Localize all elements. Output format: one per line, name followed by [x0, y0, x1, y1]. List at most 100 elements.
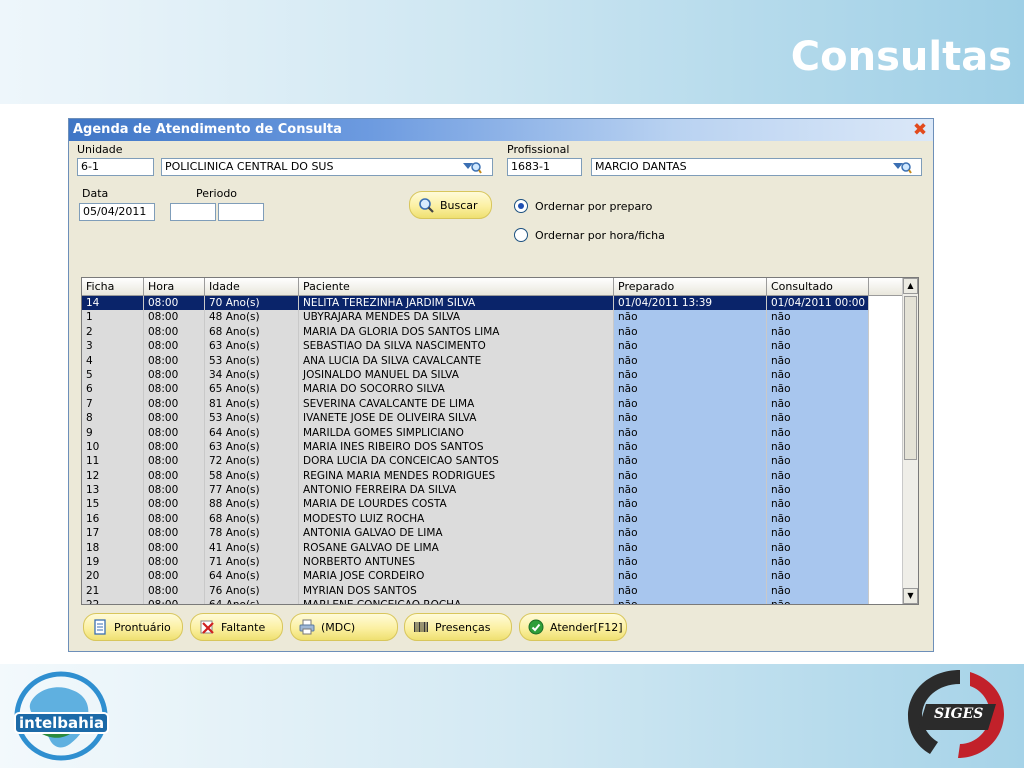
patients-grid: Ficha Hora Idade Paciente Preparado Cons… [81, 277, 919, 605]
cell-ficha: 5 [82, 367, 144, 383]
cell-consultado: não [767, 396, 869, 412]
buscar-button[interactable]: Buscar [409, 191, 492, 219]
cell-paciente: SEVERINA CAVALCANTE DE LIMA [299, 396, 614, 412]
col-header-preparado[interactable]: Preparado [614, 278, 767, 296]
table-row[interactable]: 2208:0064 Ano(s)MARLENE CONCEICAO ROCHAn… [82, 598, 904, 604]
cell-consultado: não [767, 339, 869, 354]
cell-consultado: não [767, 324, 869, 340]
cell-preparado: não [614, 367, 767, 383]
table-row[interactable]: 14 08:00 70 Ano(s) NELITA TEREZINHA JARDIM … [82, 296, 904, 311]
data-field[interactable]: 05/04/2011 [79, 203, 155, 221]
atender-label: Atender[F12] [550, 620, 623, 634]
profissional-code-field[interactable]: 1683-1 [507, 158, 582, 176]
cell-idade: 41 Ano(s) [205, 540, 299, 556]
cell-paciente: NORBERTO ANTUNES [299, 555, 614, 570]
document-icon [94, 619, 106, 635]
siges-logo-text: SIGES [934, 706, 984, 722]
table-row[interactable]: 21 08:00 76 Ano(s) MYRIAN DOS SANTOS não não [82, 583, 904, 599]
profissional-name-field[interactable]: MARCIO DANTAS [591, 158, 922, 176]
cell-blank [869, 454, 904, 469]
periodo-end-field[interactable] [218, 203, 264, 221]
table-row[interactable]: 19 08:00 71 Ano(s) NORBERTO ANTUNES não não [82, 555, 904, 570]
periodo-start-field[interactable] [170, 203, 216, 221]
cell-consultado: não [767, 497, 869, 512]
cell-idade: 71 Ano(s) [205, 555, 299, 570]
table-row[interactable]: 3 08:00 63 Ano(s) SEBASTIAO DA SILVA NASCIM… [82, 339, 904, 354]
table-row[interactable]: 13 08:00 77 Ano(s) ANTONIO FERREIRA DA SILV… [82, 483, 904, 498]
magnifier-icon [419, 198, 434, 213]
col-header-idade[interactable]: Idade [205, 278, 299, 296]
table-row[interactable]: 11 08:00 72 Ano(s) DORA LUCIA DA CONCEICAO … [82, 454, 904, 469]
radio-ordenar-preparo[interactable]: Ordernar por preparo [514, 199, 652, 213]
cell-blank [869, 425, 904, 440]
scroll-thumb[interactable] [904, 296, 917, 460]
cell-paciente: MARILDA GOMES SIMPLICIANO [299, 425, 614, 440]
prontuario-button[interactable]: Prontuário [83, 613, 183, 641]
radio-ordenar-hora[interactable]: Ordernar por hora/ficha [514, 228, 665, 242]
cell-ficha: 16 [82, 511, 144, 527]
cell-idade: 58 Ano(s) [205, 468, 299, 484]
cell-preparado: não [614, 339, 767, 354]
table-row[interactable]: 20 08:00 64 Ano(s) MARIA JOSE CORDEIRO não nã… [82, 569, 904, 584]
table-row[interactable]: 5 08:00 34 Ano(s) JOSINALDO MANUEL DA SILVA… [82, 367, 904, 383]
table-row[interactable]: 16 08:00 68 Ano(s) MODESTO LUIZ ROCHA não não [82, 511, 904, 527]
cell-consultado: não [767, 468, 869, 484]
table-row[interactable]: 2 08:00 68 Ano(s) MARIA DA GLORIA DOS SANTO… [82, 324, 904, 340]
cell-consultado: não [767, 569, 869, 584]
cell-ficha: 14 [82, 296, 144, 311]
scroll-up-icon[interactable]: ▲ [903, 278, 918, 294]
unidade-name-field[interactable]: POLICLINICA CENTRAL DO SUS [161, 158, 493, 176]
presencas-button[interactable]: Presenças [404, 613, 512, 641]
table-row[interactable]: 10 08:00 63 Ano(s) MARIA INES RIBEIRO DOS S… [82, 439, 904, 455]
cell-idade: 70 Ano(s) [205, 296, 299, 311]
cell-preparado: não [614, 468, 767, 484]
cell-paciente: MARIA DA GLORIA DOS SANTOS LIMA [299, 324, 614, 340]
cell-hora: 08:00 [144, 367, 205, 383]
mdc-button[interactable]: (MDC) [290, 613, 398, 641]
faltante-button[interactable]: Faltante [190, 613, 283, 641]
table-row[interactable]: 15 08:00 88 Ano(s) MARIA DE LOURDES COSTA nã… [82, 497, 904, 512]
col-header-ficha[interactable]: Ficha [82, 278, 144, 296]
cell-blank [869, 468, 904, 484]
cell-consultado: não [767, 555, 869, 570]
cell-ficha: 15 [82, 497, 144, 512]
profissional-lookup-icon[interactable] [892, 159, 912, 175]
cell-hora: 08:00 [144, 540, 205, 556]
cell-consultado: não [767, 439, 869, 455]
cell-preparado: não [614, 583, 767, 599]
cell-blank [869, 296, 904, 311]
table-row[interactable]: 8 08:00 53 Ano(s) IVANETE JOSE DE OLIVEIRA … [82, 411, 904, 426]
table-row[interactable]: 6 08:00 65 Ano(s) MARIA DO SOCORRO SILVA não… [82, 382, 904, 397]
table-row[interactable]: 18 08:00 41 Ano(s) ROSANE GALVAO DE LIMA não… [82, 540, 904, 556]
window-titlebar[interactable]: Agenda de Atendimento de Consulta ✖ [69, 119, 933, 141]
grid-scrollbar[interactable]: ▲ ▼ [902, 278, 918, 604]
table-row[interactable]: 12 08:00 58 Ano(s) REGINA MARIA MENDES RODR… [82, 468, 904, 484]
col-header-paciente[interactable]: Paciente [299, 278, 614, 296]
cell-preparado: não [614, 483, 767, 498]
cell-hora: 08:00 [144, 296, 205, 311]
table-row[interactable]: 17 08:00 78 Ano(s) ANTONIA GALVAO DE LIMA nã… [82, 526, 904, 541]
cell-paciente: SEBASTIAO DA SILVA NASCIMENTO [299, 339, 614, 354]
unidade-lookup-icon[interactable] [462, 159, 482, 175]
mdc-label: (MDC) [321, 620, 356, 634]
col-header-hora[interactable]: Hora [144, 278, 205, 296]
cell-consultado: 01/04/2011 00:00 [767, 296, 869, 311]
atender-button[interactable]: Atender[F12] [519, 613, 627, 641]
close-icon[interactable]: ✖ [911, 121, 929, 139]
cell-blank [869, 483, 904, 498]
cell-ficha: 13 [82, 483, 144, 498]
col-header-consultado[interactable]: Consultado [767, 278, 869, 296]
table-row[interactable]: 4 08:00 53 Ano(s) ANA LUCIA DA SILVA CAVALC… [82, 353, 904, 368]
table-row[interactable]: 7 08:00 81 Ano(s) SEVERINA CAVALCANTE DE LI… [82, 396, 904, 412]
cell-idade: 53 Ano(s) [205, 353, 299, 368]
unidade-code-field[interactable]: 6-1 [77, 158, 154, 176]
cell-ficha: 20 [82, 569, 144, 584]
table-row[interactable]: 1 08:00 48 Ano(s) UBYRAJARA MENDES DA SILVA… [82, 310, 904, 325]
cell-idade: 64 Ano(s) [205, 425, 299, 440]
cell-hora: 08:00 [144, 353, 205, 368]
radio-selected-icon [514, 199, 528, 213]
scroll-down-icon[interactable]: ▼ [903, 588, 918, 604]
cell-preparado: não [614, 324, 767, 340]
table-row[interactable]: 9 08:00 64 Ano(s) MARILDA GOMES SIMPLICIANO… [82, 425, 904, 440]
cell-consultado: não [767, 425, 869, 440]
